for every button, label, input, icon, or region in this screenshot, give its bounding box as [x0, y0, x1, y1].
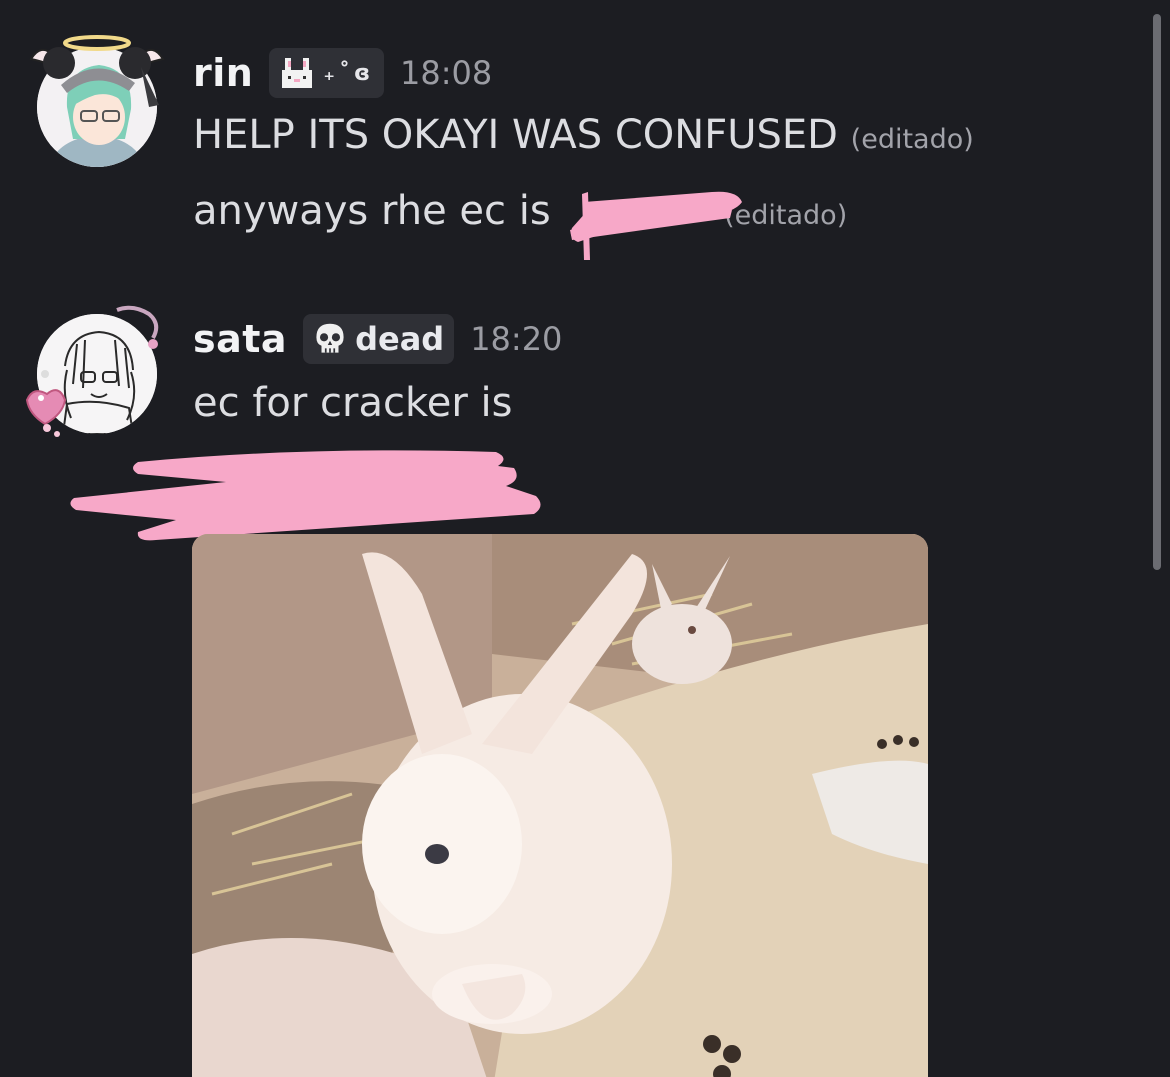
chat-screen: rin ₊˚ɞ 18:08 HELP ITS OKAYI WAS CONFUSE… [0, 0, 1170, 1077]
user-tag[interactable]: ₊˚ɞ [269, 48, 385, 98]
timestamp: 18:08 [400, 54, 493, 92]
message-text: HELP ITS OKAYI WAS CONFUSED [193, 112, 838, 158]
message-header: sata dead 18:20 [193, 309, 562, 369]
anime-avatar-halo-icon [29, 35, 165, 167]
scrollbar[interactable] [1153, 14, 1161, 570]
message-text: ec for cracker is [193, 380, 513, 426]
skull-icon [316, 323, 344, 353]
image-attachment[interactable] [192, 534, 928, 1077]
username[interactable]: rin [193, 51, 253, 95]
pixel-bunny-icon [282, 58, 313, 88]
message-line[interactable]: HELP ITS OKAYI WAS CONFUSED (editado) [193, 112, 974, 158]
sketch-avatar-hearts-icon [25, 305, 159, 437]
edited-label: (editado) [850, 124, 974, 155]
redaction-scribble [570, 191, 742, 260]
tag-label: dead [355, 320, 445, 358]
tag-glyphs: ₊˚ɞ [323, 60, 375, 86]
user-tag[interactable]: dead [303, 314, 455, 364]
avatar[interactable] [29, 35, 165, 167]
timestamp: 18:20 [470, 320, 563, 358]
username[interactable]: sata [193, 317, 287, 361]
redaction-scribble [70, 450, 541, 541]
bunny-gif-image [192, 534, 928, 1077]
message-line[interactable]: ec for cracker is [193, 380, 512, 426]
message-text: anyways rhe ec is [193, 188, 551, 234]
avatar[interactable] [25, 305, 159, 437]
message-header: rin ₊˚ɞ 18:08 [193, 43, 492, 103]
